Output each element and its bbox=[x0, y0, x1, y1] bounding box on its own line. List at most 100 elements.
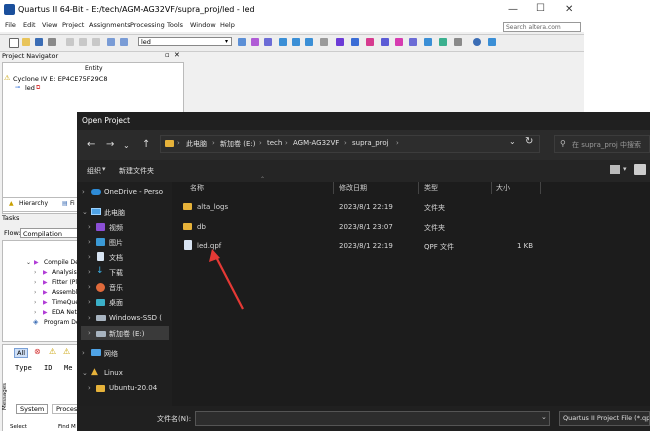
timing-icon[interactable] bbox=[366, 38, 374, 46]
column-divider[interactable] bbox=[418, 182, 419, 194]
menu-tools[interactable]: Tools bbox=[167, 21, 183, 29]
redo-icon[interactable] bbox=[120, 38, 128, 46]
search-input[interactable]: Search altera.com bbox=[503, 22, 581, 32]
save-icon[interactable] bbox=[35, 38, 43, 46]
file-name[interactable]: db bbox=[197, 223, 206, 231]
menu-assignments[interactable]: Assignments bbox=[89, 21, 131, 29]
chip-icon[interactable] bbox=[292, 38, 300, 46]
chevron-down-icon[interactable]: ▾ bbox=[102, 165, 106, 173]
tool-icon[interactable] bbox=[454, 38, 462, 46]
status-find[interactable]: Find M bbox=[58, 424, 76, 430]
menu-file[interactable]: File bbox=[5, 21, 16, 29]
menu-project[interactable]: Project bbox=[62, 21, 84, 29]
status-select[interactable]: Select bbox=[10, 424, 27, 430]
chevron-down-icon[interactable]: ⌄ bbox=[26, 259, 31, 266]
column-divider[interactable] bbox=[333, 182, 334, 194]
maximize-icon[interactable]: ☐ bbox=[536, 3, 545, 14]
column-date[interactable]: 修改日期 bbox=[339, 183, 367, 193]
web-icon[interactable] bbox=[488, 38, 496, 46]
print-icon[interactable] bbox=[48, 38, 56, 46]
pin-planner-icon[interactable] bbox=[264, 38, 272, 46]
chevron-right-icon[interactable]: › bbox=[88, 268, 91, 276]
chevron-right-icon[interactable]: › bbox=[34, 309, 36, 316]
forward-icon[interactable]: → bbox=[106, 139, 114, 150]
sidebar-linux[interactable]: Linux bbox=[104, 369, 123, 377]
tab-hierarchy[interactable]: Hierarchy bbox=[19, 200, 48, 207]
column-name[interactable]: 名称 bbox=[190, 183, 204, 193]
chevron-down-icon[interactable]: ⌄ bbox=[82, 208, 88, 216]
entity-select[interactable]: led bbox=[138, 37, 232, 46]
rtl-viewer-icon[interactable] bbox=[381, 38, 389, 46]
tab-system[interactable]: System bbox=[16, 404, 49, 414]
close-icon[interactable]: ✕ bbox=[174, 51, 180, 59]
breadcrumb-supra-proj[interactable]: supra_proj bbox=[352, 139, 389, 147]
menu-processing[interactable]: Processing bbox=[130, 21, 165, 29]
sidebar-onedrive[interactable]: OneDrive - Perso bbox=[104, 188, 163, 196]
column-size[interactable]: 大小 bbox=[496, 183, 510, 193]
top-entity-item[interactable]: led bbox=[25, 84, 35, 92]
menu-view[interactable]: View bbox=[42, 21, 57, 29]
filetype-select[interactable]: Quartus II Project File (*.qpf) bbox=[559, 411, 650, 426]
sidebar-network[interactable]: 网络 bbox=[104, 349, 118, 359]
table-row[interactable] bbox=[177, 200, 637, 214]
sidebar-music[interactable]: 音乐 bbox=[109, 283, 123, 293]
chevron-down-icon[interactable]: ▾ bbox=[225, 38, 228, 45]
signaltap-icon[interactable] bbox=[439, 38, 447, 46]
task-item[interactable]: Analysis bbox=[52, 269, 77, 276]
sidebar-this-pc[interactable]: 此电脑 bbox=[104, 208, 125, 218]
paste-icon[interactable] bbox=[92, 38, 100, 46]
new-icon[interactable] bbox=[9, 38, 19, 48]
chevron-right-icon[interactable]: › bbox=[82, 349, 85, 357]
sidebar-documents[interactable]: 文档 bbox=[109, 253, 123, 263]
view-icon[interactable] bbox=[610, 165, 620, 174]
breadcrumb-this-pc[interactable]: 此电脑 bbox=[186, 139, 207, 149]
menu-help[interactable]: Help bbox=[220, 21, 235, 29]
filter-all-button[interactable]: All bbox=[14, 348, 29, 358]
refresh-icon[interactable]: ↻ bbox=[525, 136, 533, 147]
help-icon[interactable] bbox=[473, 38, 481, 46]
netlist-icon[interactable] bbox=[395, 38, 403, 46]
sidebar-videos[interactable]: 视频 bbox=[109, 223, 123, 233]
breadcrumb-tech[interactable]: tech bbox=[267, 139, 282, 147]
cut-icon[interactable] bbox=[66, 38, 74, 46]
programmer-icon[interactable] bbox=[424, 38, 432, 46]
pin-icon[interactable]: ▫ bbox=[165, 51, 170, 59]
address-bar[interactable] bbox=[160, 135, 540, 153]
chip-icon[interactable] bbox=[279, 38, 287, 46]
sidebar-new-volume[interactable]: 新加卷 (E:) bbox=[109, 329, 144, 339]
task-item[interactable]: TimeQue bbox=[52, 299, 79, 306]
assignment-icon[interactable] bbox=[251, 38, 259, 46]
sidebar-pictures[interactable]: 图片 bbox=[109, 238, 123, 248]
preview-pane-icon[interactable] bbox=[634, 164, 646, 175]
organize-button[interactable]: 组织 bbox=[87, 166, 101, 176]
chevron-right-icon[interactable]: › bbox=[82, 188, 85, 196]
chevron-right-icon[interactable]: › bbox=[34, 269, 36, 276]
close-icon[interactable]: ✕ bbox=[565, 4, 573, 15]
error-icon[interactable]: ⊗ bbox=[34, 347, 41, 356]
flow-select[interactable]: Compilation bbox=[20, 228, 80, 238]
chip-planner-icon[interactable] bbox=[409, 38, 417, 46]
menu-window[interactable]: Window bbox=[190, 21, 216, 29]
column-type[interactable]: 类型 bbox=[424, 183, 438, 193]
menu-edit[interactable]: Edit bbox=[23, 21, 36, 29]
breadcrumb-drive[interactable]: 新加卷 (E:) bbox=[220, 139, 255, 149]
back-icon[interactable]: ← bbox=[87, 139, 95, 150]
up-icon[interactable]: ↑ bbox=[142, 139, 150, 150]
critical-warning-icon[interactable]: ⚠ bbox=[63, 347, 70, 356]
chip-icon[interactable] bbox=[305, 38, 313, 46]
chevron-right-icon[interactable]: › bbox=[34, 299, 36, 306]
stop-icon[interactable] bbox=[320, 38, 328, 46]
chevron-right-icon[interactable]: › bbox=[88, 283, 91, 291]
copy-icon[interactable] bbox=[79, 38, 87, 46]
open-icon[interactable] bbox=[22, 38, 30, 46]
breadcrumb-agm[interactable]: AGM-AG32VF bbox=[293, 139, 339, 147]
sidebar-desktop[interactable]: 桌面 bbox=[109, 298, 123, 308]
filename-input[interactable] bbox=[195, 411, 550, 426]
undo-icon[interactable] bbox=[107, 38, 115, 46]
warning-icon[interactable]: ⚠ bbox=[49, 347, 56, 356]
analysis-icon[interactable] bbox=[351, 38, 359, 46]
compile-icon[interactable] bbox=[336, 38, 344, 46]
chevron-right-icon[interactable]: › bbox=[88, 298, 91, 306]
new-folder-button[interactable]: 新建文件夹 bbox=[119, 166, 154, 176]
sidebar-ubuntu[interactable]: Ubuntu-20.04 bbox=[109, 384, 157, 392]
